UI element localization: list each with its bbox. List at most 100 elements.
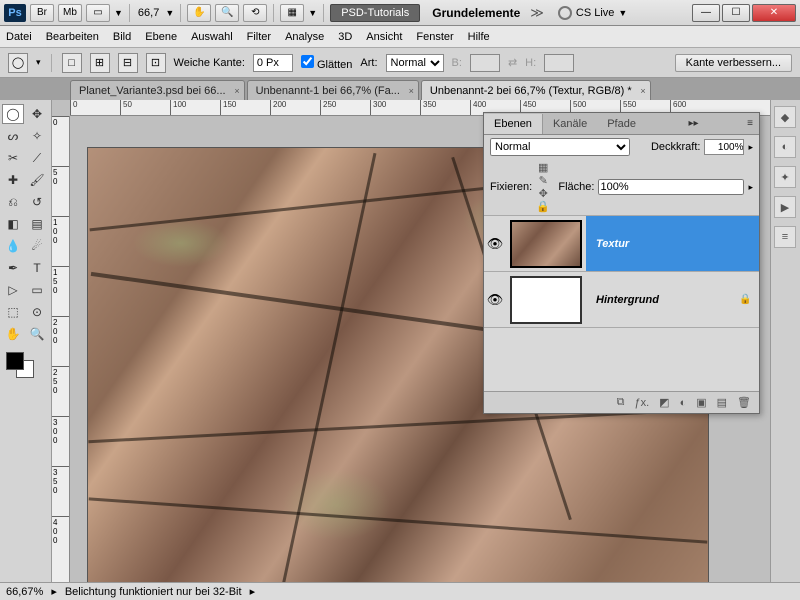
refine-edge-button[interactable]: Kante verbessern... bbox=[675, 54, 792, 72]
menu-fenster[interactable]: Fenster bbox=[416, 31, 453, 43]
menu-ansicht[interactable]: Ansicht bbox=[366, 31, 402, 43]
status-zoom[interactable]: 66,67% bbox=[6, 586, 43, 598]
history-brush-tool[interactable]: ↺ bbox=[26, 192, 48, 212]
lock-position-icon[interactable]: ✥ bbox=[536, 187, 550, 200]
eyedropper-tool[interactable]: ⟋ bbox=[26, 148, 48, 168]
selection-new[interactable]: □ bbox=[62, 53, 82, 73]
gradient-tool[interactable]: ▤ bbox=[26, 214, 48, 234]
tab-kanaele[interactable]: Kanäle bbox=[543, 114, 597, 134]
adjustment-layer-icon[interactable]: ◐ bbox=[680, 397, 687, 409]
style-select[interactable]: Normal bbox=[386, 54, 444, 72]
close-icon[interactable]: × bbox=[234, 86, 239, 96]
layer-hintergrund[interactable]: 👁 Hintergrund 🔒 bbox=[484, 272, 759, 328]
window-minimize[interactable]: — bbox=[692, 4, 720, 22]
layer-name[interactable]: Hintergrund bbox=[586, 272, 739, 327]
panel-collapse-icon[interactable]: ▸▸ bbox=[683, 118, 705, 129]
lock-transparency-icon[interactable]: ▦ bbox=[536, 161, 550, 174]
workspace-overflow[interactable]: ≫ bbox=[530, 5, 544, 21]
arrange-button[interactable]: ▦ bbox=[280, 4, 304, 22]
brush-tool[interactable]: 🖌 bbox=[26, 170, 48, 190]
path-tool[interactable]: ▷ bbox=[2, 280, 24, 300]
lock-all-icon[interactable]: 🔒 bbox=[536, 200, 550, 213]
layer-thumbnail[interactable] bbox=[510, 220, 582, 268]
close-icon[interactable]: × bbox=[640, 86, 645, 96]
actions-icon[interactable]: ▶ bbox=[774, 196, 796, 218]
type-tool[interactable]: T bbox=[26, 258, 48, 278]
move-tool[interactable]: ✥ bbox=[26, 104, 48, 124]
layer-thumbnail[interactable] bbox=[510, 276, 582, 324]
layer-name[interactable]: Textur bbox=[586, 216, 759, 271]
visibility-icon[interactable]: 👁 bbox=[484, 236, 506, 252]
hand-view-button[interactable]: ✋ bbox=[187, 4, 211, 22]
screenmode-arrow[interactable]: ▼ bbox=[114, 8, 123, 18]
heal-tool[interactable]: ✚ bbox=[2, 170, 24, 190]
new-layer-icon[interactable]: ▤ bbox=[717, 396, 727, 409]
close-icon[interactable]: × bbox=[409, 86, 414, 96]
foreground-swatch[interactable] bbox=[6, 352, 24, 370]
menu-ebene[interactable]: Ebene bbox=[145, 31, 177, 43]
blend-mode-select[interactable]: Normal bbox=[490, 138, 630, 156]
mask-icon[interactable]: ◩ bbox=[659, 396, 669, 409]
layer-textur[interactable]: 👁 Textur bbox=[484, 216, 759, 272]
eraser-tool[interactable]: ◧ bbox=[2, 214, 24, 234]
3d-camera-tool[interactable]: ⊙ bbox=[26, 302, 48, 322]
antialias-check[interactable]: Glätten bbox=[301, 55, 353, 71]
styles-icon[interactable]: ✦ bbox=[774, 166, 796, 188]
panel-menu-icon[interactable]: ≡ bbox=[741, 118, 759, 129]
rotate-view-button[interactable]: ⟲ bbox=[243, 4, 267, 22]
zoom-view-button[interactable]: 🔍 bbox=[215, 4, 239, 22]
doctab-2[interactable]: Unbenannt-2 bei 66,7% (Textur, RGB/8) *× bbox=[421, 80, 651, 100]
cslive-button[interactable]: CS Live ▼ bbox=[558, 6, 627, 20]
3d-tool[interactable]: ⬚ bbox=[2, 302, 24, 322]
docset-label[interactable]: Grundelemente bbox=[432, 6, 520, 20]
fx-icon[interactable]: ƒx. bbox=[634, 397, 649, 409]
zoom-tool[interactable]: 🔍 bbox=[26, 324, 48, 344]
adjustments-icon[interactable]: ◐ bbox=[774, 136, 796, 158]
opacity-input[interactable] bbox=[704, 139, 744, 155]
fill-input[interactable] bbox=[598, 179, 744, 195]
delete-layer-icon[interactable]: 🗑 bbox=[737, 396, 751, 409]
menu-hilfe[interactable]: Hilfe bbox=[468, 31, 490, 43]
color-swatches[interactable] bbox=[2, 352, 49, 382]
menu-bild[interactable]: Bild bbox=[113, 31, 131, 43]
doctab-1[interactable]: Unbenannt-1 bei 66,7% (Fa...× bbox=[247, 80, 419, 100]
lock-pixels-icon[interactable]: ✎ bbox=[536, 174, 550, 187]
menu-filter[interactable]: Filter bbox=[247, 31, 271, 43]
feather-input[interactable] bbox=[253, 54, 293, 72]
stamp-tool[interactable]: ⎌ bbox=[2, 192, 24, 212]
tab-ebenen[interactable]: Ebenen bbox=[484, 114, 543, 134]
selection-intersect[interactable]: ⊡ bbox=[146, 53, 166, 73]
menu-auswahl[interactable]: Auswahl bbox=[191, 31, 233, 43]
layers-icon[interactable]: ◆ bbox=[774, 106, 796, 128]
ruler-vertical[interactable]: 050100150200250300350400 bbox=[52, 116, 70, 582]
wand-tool[interactable]: ✧ bbox=[26, 126, 48, 146]
history-icon[interactable]: ≡ bbox=[774, 226, 796, 248]
workspace-select[interactable]: PSD-Tutorials bbox=[330, 4, 420, 22]
group-icon[interactable]: ▣ bbox=[696, 396, 706, 409]
menu-3d[interactable]: 3D bbox=[338, 31, 352, 43]
screenmode-button[interactable]: ▭ bbox=[86, 4, 110, 22]
menu-analyse[interactable]: Analyse bbox=[285, 31, 324, 43]
visibility-icon[interactable]: 👁 bbox=[484, 292, 506, 308]
crop-tool[interactable]: ✂ bbox=[2, 148, 24, 168]
bridge-button[interactable]: Br bbox=[30, 4, 54, 22]
lasso-tool[interactable]: ᔕ bbox=[2, 126, 24, 146]
zoom-arrow[interactable]: ▼ bbox=[165, 8, 174, 18]
dodge-tool[interactable]: ☄ bbox=[26, 236, 48, 256]
tool-preset-icon[interactable]: ◯ bbox=[8, 53, 28, 73]
arrange-arrow[interactable]: ▼ bbox=[308, 8, 317, 18]
selection-add[interactable]: ⊞ bbox=[90, 53, 110, 73]
menu-datei[interactable]: Datei bbox=[6, 31, 32, 43]
window-maximize[interactable]: ☐ bbox=[722, 4, 750, 22]
shape-tool[interactable]: ▭ bbox=[26, 280, 48, 300]
selection-subtract[interactable]: ⊟ bbox=[118, 53, 138, 73]
minibridge-button[interactable]: Mb bbox=[58, 4, 82, 22]
blur-tool[interactable]: 💧 bbox=[2, 236, 24, 256]
pen-tool[interactable]: ✒ bbox=[2, 258, 24, 278]
window-close[interactable]: ✕ bbox=[752, 4, 796, 22]
marquee-tool[interactable]: ◯ bbox=[2, 104, 24, 124]
doctab-0[interactable]: Planet_Variante3.psd bei 66...× bbox=[70, 80, 245, 100]
zoom-value[interactable]: 66,7 bbox=[138, 7, 159, 19]
hand-tool[interactable]: ✋ bbox=[2, 324, 24, 344]
link-layers-icon[interactable]: ⧉ bbox=[617, 396, 625, 409]
